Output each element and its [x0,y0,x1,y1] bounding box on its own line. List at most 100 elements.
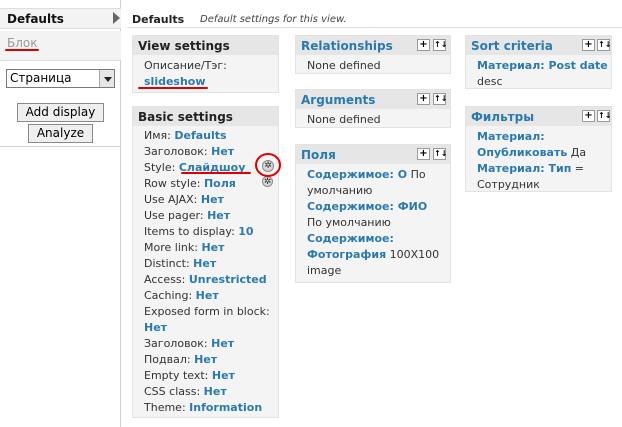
setting-value-link[interactable]: Нет [212,369,235,382]
basic-setting-row: Exposed form in block: Нет [144,304,273,336]
setting-value-link[interactable]: Нет [211,145,234,158]
field-link[interactable]: Содержимое: Фотография [307,232,394,261]
add-relationship-button[interactable]: + [417,39,430,51]
page-description: Default settings for this view. [200,14,347,25]
setting-value-link[interactable]: Нет [144,321,167,334]
rearrange-sort-button[interactable]: ↑↓ [597,39,611,51]
view-settings-title: View settings [133,36,278,55]
setting-label: Row style: [144,177,201,190]
sort-criteria-box: Sort criteria + ↑↓ Материал: Post date d… [465,35,612,89]
basic-setting-row: Access: Unrestricted [144,272,273,288]
setting-value-link[interactable]: Нет [204,385,227,398]
setting-label: Exposed form in block: [144,305,270,318]
basic-setting-row: Theme: Information [144,400,273,416]
setting-label: Имя: [144,129,171,142]
setting-label: Заголовок: [144,145,208,158]
tab-defaults[interactable]: Defaults [0,8,121,29]
divider [0,146,121,147]
rearrange-relationships-button[interactable]: ↑↓ [433,39,447,51]
annotation-circle-gear [255,153,281,177]
setting-value-link[interactable]: 10 [238,225,253,238]
add-sort-button[interactable]: + [582,39,595,51]
setting-label: Theme: [144,401,186,414]
setting-value-link[interactable]: Unrestricted [189,273,267,286]
relationships-box: Relationships + ↑↓ None defined [295,35,451,74]
setting-label: Use AJAX: [144,193,198,206]
field-item: Содержимое: Фотография 100X100 image [307,231,445,279]
annotation-underline-block [5,49,39,51]
filter-item: Материал: Опубликовать Да [477,129,606,161]
annotation-underline-description [138,87,208,89]
arguments-box: Arguments + ↑↓ None defined [295,89,451,128]
setting-label: More link: [144,241,198,254]
setting-value-link[interactable]: Нет [201,193,224,206]
add-argument-button[interactable]: + [417,93,430,105]
annotation-underline-style [181,172,251,174]
arguments-title[interactable]: Arguments + ↑↓ [296,90,450,109]
setting-label: Caching: [144,289,193,302]
rearrange-arguments-button[interactable]: ↑↓ [433,93,447,105]
filter-link[interactable]: Материал: Тип [477,162,571,175]
setting-label: Items to display: [144,225,235,238]
setting-value-link[interactable]: Нет [196,289,219,302]
basic-setting-row: Empty text: Нет [144,368,273,384]
sort-item-order: desc [477,75,503,88]
arguments-empty: None defined [307,113,381,126]
setting-value-link[interactable]: Нет [194,353,217,366]
field-item: Содержимое: О По умолчанию [307,167,445,199]
setting-label: Distinct: [144,257,190,270]
setting-value-link[interactable]: Нет [193,257,216,270]
filters-box: Фильтры + ↑↓ Материал: Опубликовать Да М… [465,106,612,192]
basic-setting-row: More link: Нет [144,240,273,256]
setting-value-link[interactable]: Information [189,401,262,414]
setting-label: Access: [144,273,186,286]
display-type-select[interactable]: Страница [6,69,115,88]
setting-label: Заголовок: [144,337,208,350]
description-label: Описание/Тэг: [144,59,227,72]
filter-detail: Да [567,146,587,159]
basic-setting-row: Caching: Нет [144,288,273,304]
tab-block[interactable]: Блок [0,31,121,61]
sort-criteria-title[interactable]: Sort criteria + ↑↓ [466,36,611,55]
display-type-value: Страница [10,71,72,85]
basic-setting-row: Distinct: Нет [144,256,273,272]
divider [127,27,622,28]
add-filter-button[interactable]: + [582,110,595,122]
filter-link[interactable]: Материал: Опубликовать [477,130,567,159]
setting-label: Подвал: [144,353,191,366]
basic-setting-row: Имя: Defaults [144,128,273,144]
fields-title[interactable]: Поля + ↑↓ [296,145,450,164]
page-title: Defaults [132,13,185,26]
view-settings-box: View settings Описание/Тэг: slideshow [132,35,279,93]
setting-value-link[interactable]: Нет [201,241,224,254]
setting-value-link[interactable]: Поля [204,177,236,190]
filters-title[interactable]: Фильтры + ↑↓ [466,107,611,126]
basic-setting-row: Use pager: Нет [144,208,273,224]
add-display-button[interactable]: Add display [17,103,104,122]
setting-value-link[interactable]: Нет [211,337,234,350]
setting-value-link[interactable]: Defaults [174,129,226,142]
relationships-empty: None defined [307,59,381,72]
sort-item-link[interactable]: Материал: Post date [477,59,608,72]
rearrange-filters-button[interactable]: ↑↓ [597,110,611,122]
rearrange-fields-button[interactable]: ↑↓ [433,148,447,160]
setting-value-link[interactable]: Нет [207,209,230,222]
basic-setting-row: CSS class: Нет [144,384,273,400]
analyze-button[interactable]: Analyze [28,124,93,143]
display-sidebar: Defaults Блок Страница Add display Analy… [0,0,121,427]
setting-label: Style: [144,161,176,174]
active-tab-arrow-icon [113,12,120,24]
chevron-down-icon[interactable] [99,70,114,87]
setting-label: Empty text: [144,369,209,382]
basic-setting-row: Заголовок: Нет [144,336,273,352]
setting-label: Use pager: [144,209,204,222]
add-field-button[interactable]: + [417,148,430,160]
fields-box: Поля + ↑↓ Содержимое: О По умолчанию Сод… [295,144,451,283]
field-detail: По умолчанию [307,216,391,229]
field-link[interactable]: Содержимое: ФИО [307,200,427,213]
basic-setting-row: Use AJAX: Нет [144,192,273,208]
basic-setting-row: Items to display: 10 [144,224,273,240]
field-link[interactable]: Содержимое: О [307,168,407,181]
setting-label: CSS class: [144,385,201,398]
relationships-title[interactable]: Relationships + ↑↓ [296,36,450,55]
